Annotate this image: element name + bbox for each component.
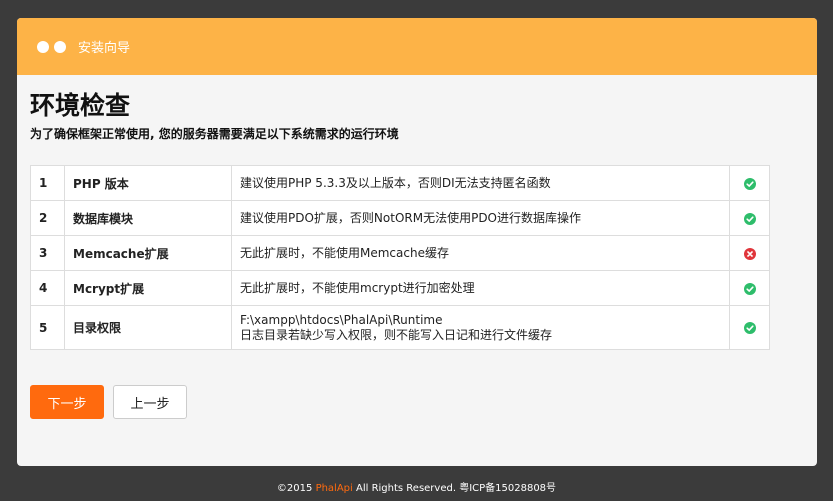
table-row: 2 数据库模块 建议使用PDO扩展，否则NotORM无法使用PDO进行数据库操作 [30,200,770,236]
next-step-button[interactable]: 下一步 [30,385,104,419]
check-name: 数据库模块 [64,200,232,236]
table-row: 4 Mcrypt扩展 无此扩展时，不能使用mcrypt进行加密处理 [30,270,770,306]
runtime-path: F:\xampp\htdocs\PhalApi\Runtime [240,312,443,327]
environment-check-table: 1 PHP 版本 建议使用PHP 5.3.3及以上版本，否则DI无法支持匿名函数… [30,165,770,350]
main-content: 环境检查 为了确保框架正常使用, 您的服务器需要满足以下系统需求的运行环境 1 … [30,90,770,350]
check-description: 无此扩展时，不能使用mcrypt进行加密处理 [231,270,730,306]
check-number: 3 [30,235,65,271]
check-description: F:\xampp\htdocs\PhalApi\Runtime 日志目录若缺少写… [231,305,730,350]
check-status [729,270,770,306]
card-header: 安装向导 [17,18,817,75]
footer-brand-link[interactable]: PhalApi [316,483,353,494]
check-circle-icon [743,177,756,190]
header-title: 安装向导 [78,41,131,56]
check-description: 建议使用PDO扩展，否则NotORM无法使用PDO进行数据库操作 [231,200,730,236]
check-status [729,165,770,201]
check-circle-icon [743,322,756,334]
check-number: 5 [30,305,65,350]
check-status [729,305,770,350]
window-dots [37,40,66,53]
check-name: Mcrypt扩展 [64,270,232,306]
check-circle-icon [743,212,756,225]
previous-step-button[interactable]: 上一步 [113,385,187,419]
check-number: 2 [30,200,65,236]
page-title: 环境检查 [30,91,131,120]
check-description: 建议使用PHP 5.3.3及以上版本，否则DI无法支持匿名函数 [231,165,730,201]
check-status [729,235,770,271]
dot-icon [37,40,49,53]
table-row: 1 PHP 版本 建议使用PHP 5.3.3及以上版本，否则DI无法支持匿名函数 [30,165,770,201]
dot-icon [54,40,66,53]
check-name: Memcache扩展 [64,235,232,271]
permission-note: 日志目录若缺少写入权限，则不能写入日记和进行文件缓存 [240,327,553,342]
check-name: PHP 版本 [64,165,232,201]
check-status [729,200,770,236]
x-circle-icon [743,247,756,260]
check-number: 4 [30,270,65,306]
footer-rights: All Rights Reserved. 粤ICP备15028808号 [352,483,557,494]
table-row: 5 目录权限 F:\xampp\htdocs\PhalApi\Runtime 日… [30,305,770,350]
check-number: 1 [30,165,65,201]
check-description: 无此扩展时，不能使用Memcache缓存 [231,235,730,271]
check-name: 目录权限 [64,305,232,350]
check-circle-icon [743,282,756,295]
page-subtitle: 为了确保框架正常使用, 您的服务器需要满足以下系统需求的运行环境 [30,127,399,141]
footer-copyright: ©2015 [276,483,316,494]
table-row: 3 Memcache扩展 无此扩展时，不能使用Memcache缓存 [30,235,770,271]
footer: ©2015 PhalApi All Rights Reserved. 粤ICP备… [0,482,833,496]
